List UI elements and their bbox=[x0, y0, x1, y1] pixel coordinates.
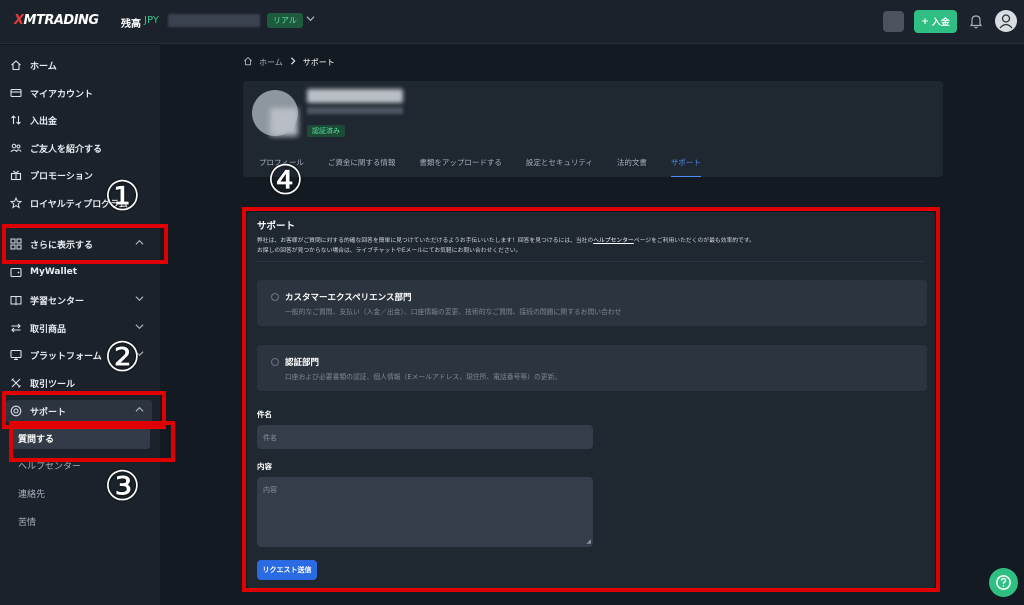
transfer-arrows-icon bbox=[10, 114, 22, 126]
annotation-number-3: ③ bbox=[104, 462, 141, 510]
card-icon bbox=[10, 87, 22, 99]
profile-tabs: プロフィール ご資金に関する情報 書類をアップロードする 設定とセキュリティ 法… bbox=[259, 157, 725, 177]
top-bar: XMTRADING 残高 JPY リアル + 入金 bbox=[0, 0, 1024, 44]
profile-name-redacted bbox=[307, 89, 403, 103]
profile-avatar bbox=[252, 90, 298, 136]
tab-upload-documents[interactable]: 書類をアップロードする bbox=[419, 157, 502, 177]
xm-logo[interactable]: XMTRADING bbox=[14, 13, 99, 28]
wallet-icon bbox=[10, 266, 22, 278]
sidebar-subitem-complaints[interactable]: 苦情 bbox=[10, 510, 150, 532]
profile-card: 認証済み プロフィール ご資金に関する情報 書類をアップロードする 設定とセキュ… bbox=[243, 81, 943, 177]
annotation-box-3 bbox=[9, 421, 175, 462]
tools-icon bbox=[10, 377, 22, 389]
exchange-icon bbox=[10, 322, 22, 334]
home-icon bbox=[10, 59, 22, 71]
home-icon[interactable] bbox=[243, 56, 253, 68]
balance-amount-redacted bbox=[168, 14, 260, 27]
balance-currency: JPY bbox=[144, 15, 159, 26]
annotation-number-1: ① bbox=[104, 172, 141, 220]
annotation-number-4: ④ bbox=[267, 156, 304, 204]
book-icon bbox=[10, 294, 22, 306]
annotation-box-4 bbox=[242, 207, 940, 592]
tab-support[interactable]: サポート bbox=[670, 157, 701, 177]
account-switch-icon[interactable] bbox=[883, 11, 904, 32]
notification-bell-icon[interactable] bbox=[966, 12, 986, 32]
sidebar-item-mywallet[interactable]: MyWallet bbox=[6, 261, 152, 283]
monitor-icon bbox=[10, 349, 22, 361]
annotation-number-2: ② bbox=[104, 333, 141, 381]
verified-badge: 認証済み bbox=[307, 125, 345, 137]
user-avatar-icon[interactable] bbox=[995, 10, 1017, 32]
tab-legal-documents[interactable]: 法的文書 bbox=[617, 157, 647, 177]
sidebar-item-home[interactable]: ホーム bbox=[6, 54, 152, 76]
star-icon bbox=[10, 197, 22, 209]
balance-label: 残高 bbox=[121, 19, 141, 30]
annotation-box-1 bbox=[2, 224, 168, 264]
account-chevron-down-icon[interactable] bbox=[306, 14, 315, 26]
gift-icon bbox=[10, 169, 22, 181]
breadcrumb-home[interactable]: ホーム bbox=[259, 57, 283, 68]
profile-id-redacted bbox=[307, 107, 403, 114]
tab-settings-security[interactable]: 設定とセキュリティ bbox=[526, 157, 593, 177]
sidebar-item-my-account[interactable]: マイアカウント bbox=[6, 82, 152, 104]
breadcrumb-current: サポート bbox=[302, 57, 335, 67]
breadcrumb-chevron-right-icon bbox=[289, 57, 297, 67]
chevron-down-icon bbox=[135, 322, 144, 331]
account-type-badge: リアル bbox=[267, 13, 303, 28]
help-chat-icon[interactable] bbox=[989, 568, 1018, 597]
sidebar-item-refer-friend[interactable]: ご友人を紹介する bbox=[6, 137, 152, 159]
sidebar-item-learning-center[interactable]: 学習センター bbox=[6, 289, 152, 311]
deposit-button[interactable]: + 入金 bbox=[914, 10, 957, 33]
breadcrumb: ホーム サポート bbox=[243, 56, 335, 68]
chevron-down-icon bbox=[135, 294, 144, 303]
sidebar-item-deposit-withdrawal[interactable]: 入出金 bbox=[6, 109, 152, 131]
friends-icon bbox=[10, 142, 22, 154]
tab-funds-info[interactable]: ご資金に関する情報 bbox=[328, 157, 396, 177]
